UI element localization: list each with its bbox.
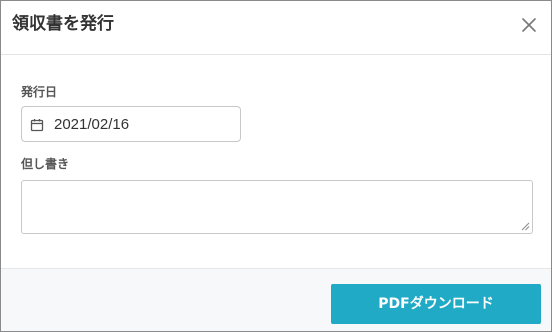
dialog-footer: PDFダウンロード (1, 268, 551, 331)
dialog-title: 領収書を発行 (12, 14, 114, 34)
issue-date-label: 発行日 (21, 85, 58, 99)
issue-date-input[interactable] (54, 107, 234, 141)
note-textarea[interactable] (21, 180, 533, 234)
pdf-download-button[interactable]: PDFダウンロード (331, 284, 541, 324)
close-button[interactable] (521, 17, 537, 33)
calendar-icon (30, 118, 44, 132)
issue-date-field[interactable] (21, 106, 241, 142)
dialog-body: 発行日 但し書き (1, 56, 551, 268)
resize-grip-icon[interactable] (521, 222, 530, 231)
note-label: 但し書き (21, 157, 70, 171)
receipt-dialog: 領収書を発行 発行日 但し書き (0, 0, 552, 332)
dialog-header: 領収書を発行 (1, 1, 551, 55)
close-icon (521, 17, 537, 33)
